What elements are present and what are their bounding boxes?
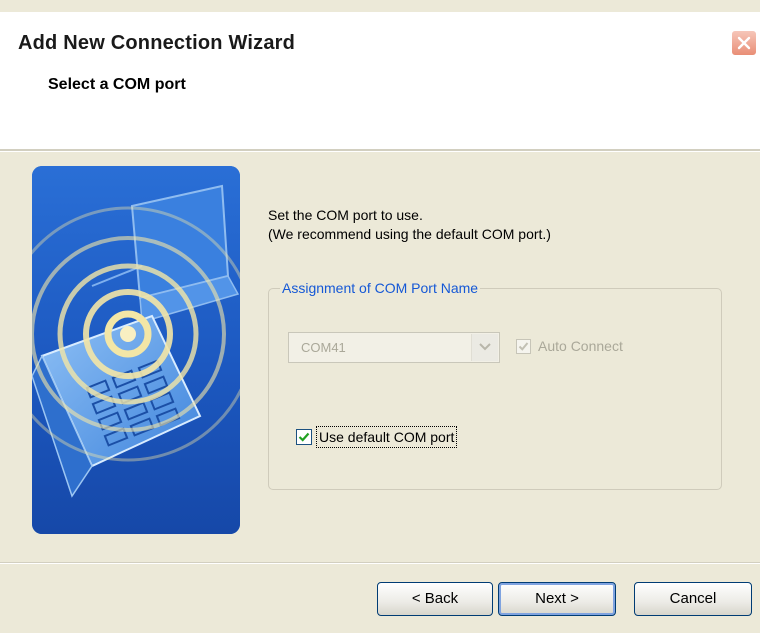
instructions: Set the COM port to use. (We recommend u…	[268, 206, 551, 244]
instruction-line-2: (We recommend using the default COM port…	[268, 226, 551, 242]
auto-connect-label: Auto Connect	[538, 338, 623, 354]
com-port-value: COM41	[301, 340, 346, 355]
groupbox-legend: Assignment of COM Port Name	[280, 280, 481, 296]
next-button[interactable]: Next >	[498, 582, 616, 616]
cancel-button[interactable]: Cancel	[634, 582, 752, 616]
auto-connect-checkbox[interactable]	[516, 339, 531, 354]
use-default-label[interactable]: Use default COM port	[316, 426, 458, 448]
window-title: Add New Connection Wizard	[18, 32, 296, 54]
com-port-groupbox	[268, 288, 722, 490]
wireless-phone-illustration	[32, 166, 240, 534]
com-port-select[interactable]: COM41	[288, 332, 500, 363]
chevron-down-icon	[479, 343, 491, 351]
checkmark-icon	[298, 432, 310, 442]
header-divider	[0, 149, 760, 152]
instruction-line-1: Set the COM port to use.	[268, 207, 423, 223]
use-default-checkbox[interactable]	[296, 429, 312, 445]
footer-divider	[0, 562, 760, 564]
title-bar: Add New Connection Wizard	[0, 12, 760, 62]
close-button[interactable]	[731, 30, 757, 56]
page-title: Select a COM port	[48, 76, 186, 93]
back-button[interactable]: < Back	[377, 582, 493, 616]
combo-dropdown-button[interactable]	[471, 334, 498, 361]
header-panel: Select a COM port	[0, 62, 760, 150]
wizard-window: Add New Connection Wizard Select a COM p…	[0, 0, 760, 633]
close-icon	[737, 36, 751, 50]
checkmark-icon	[518, 342, 529, 351]
